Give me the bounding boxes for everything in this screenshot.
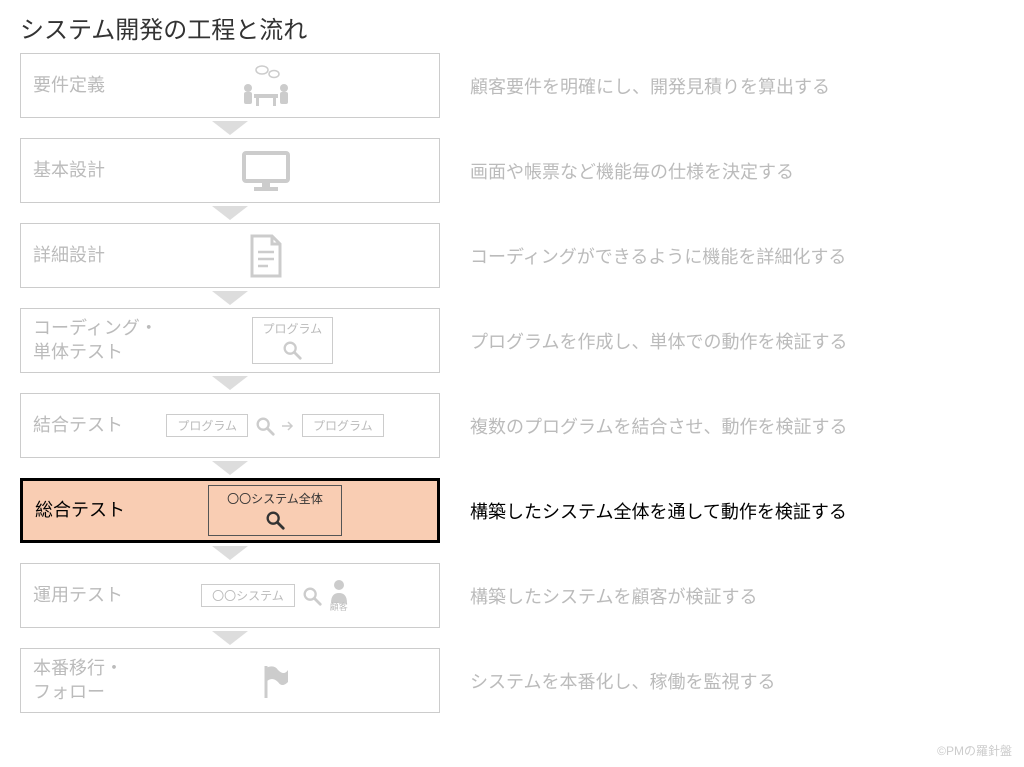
stage-title: 運用テスト [33, 584, 123, 607]
system-all-box: 〇〇システム全体 [208, 485, 342, 536]
stage-box-1: 基本設計 [20, 138, 440, 203]
arrow-down [20, 628, 440, 648]
page-title: システム開発の工程と流れ [20, 10, 1004, 45]
system-customer: 〇〇システム 顧客 [201, 579, 349, 612]
stage-icon [105, 149, 427, 193]
stage-box-6: 運用テスト 〇〇システム 顧客 [20, 563, 440, 628]
stage-desc: 顧客要件を明確にし、開発見積りを算出する [470, 73, 1004, 99]
stage-title: コーディング・単体テスト [33, 317, 158, 364]
stage-box-4: 結合テスト プログラム プログラム [20, 393, 440, 458]
arrow-down [20, 118, 440, 138]
arrow-down [20, 203, 440, 223]
program-multi: プログラム プログラム [166, 414, 383, 437]
stage-desc: 複数のプログラムを結合させ、動作を検証する [470, 413, 1004, 439]
monitor-icon [240, 149, 292, 193]
stage-desc: コーディングができるように機能を詳細化する [470, 243, 1004, 269]
stage-icon: 〇〇システム全体 [125, 485, 425, 536]
stage-icon: 〇〇システム 顧客 [123, 579, 427, 612]
stage-icon [105, 232, 427, 280]
stage-title: 総合テスト [35, 499, 125, 522]
stage-desc: 画面や帳票など機能毎の仕様を決定する [470, 158, 1004, 184]
stage-desc: プログラムを作成し、単体での動作を検証する [470, 328, 1004, 354]
stage-icon [105, 64, 427, 108]
stage-icon: プログラム [158, 317, 427, 364]
stage-icon [123, 662, 427, 700]
stage-title: 本番移行・フォロー [33, 657, 123, 704]
arrow-down [20, 543, 440, 563]
stage-box-0: 要件定義 [20, 53, 440, 118]
meeting-icon [238, 64, 294, 108]
stage-desc: システムを本番化し、稼働を監視する [470, 668, 1004, 694]
stage-title: 要件定義 [33, 74, 105, 97]
arrow-down [20, 373, 440, 393]
arrow-down [20, 288, 440, 308]
flag-icon [258, 662, 292, 700]
stage-desc: 構築したシステム全体を通して動作を検証する [470, 498, 1004, 524]
stage-title: 詳細設計 [33, 244, 105, 267]
stage-icon: プログラム プログラム [123, 414, 427, 437]
stage-box-3: コーディング・単体テスト プログラム [20, 308, 440, 373]
flow-diagram: 要件定義 顧客要件を明確にし、開発見積りを算出する 基本設計 画面や帳票など機能… [20, 53, 1004, 713]
arrow-down [20, 458, 440, 478]
stage-desc: 構築したシステムを顧客が検証する [470, 583, 1004, 609]
stage-title: 結合テスト [33, 414, 123, 437]
stage-box-5: 総合テスト 〇〇システム全体 [20, 478, 440, 543]
program-box: プログラム [252, 317, 334, 364]
stage-title: 基本設計 [33, 159, 105, 182]
stage-box-7: 本番移行・フォロー [20, 648, 440, 713]
stage-box-2: 詳細設計 [20, 223, 440, 288]
document-icon [246, 232, 286, 280]
credit: ©PMの羅針盤 [937, 742, 1012, 759]
